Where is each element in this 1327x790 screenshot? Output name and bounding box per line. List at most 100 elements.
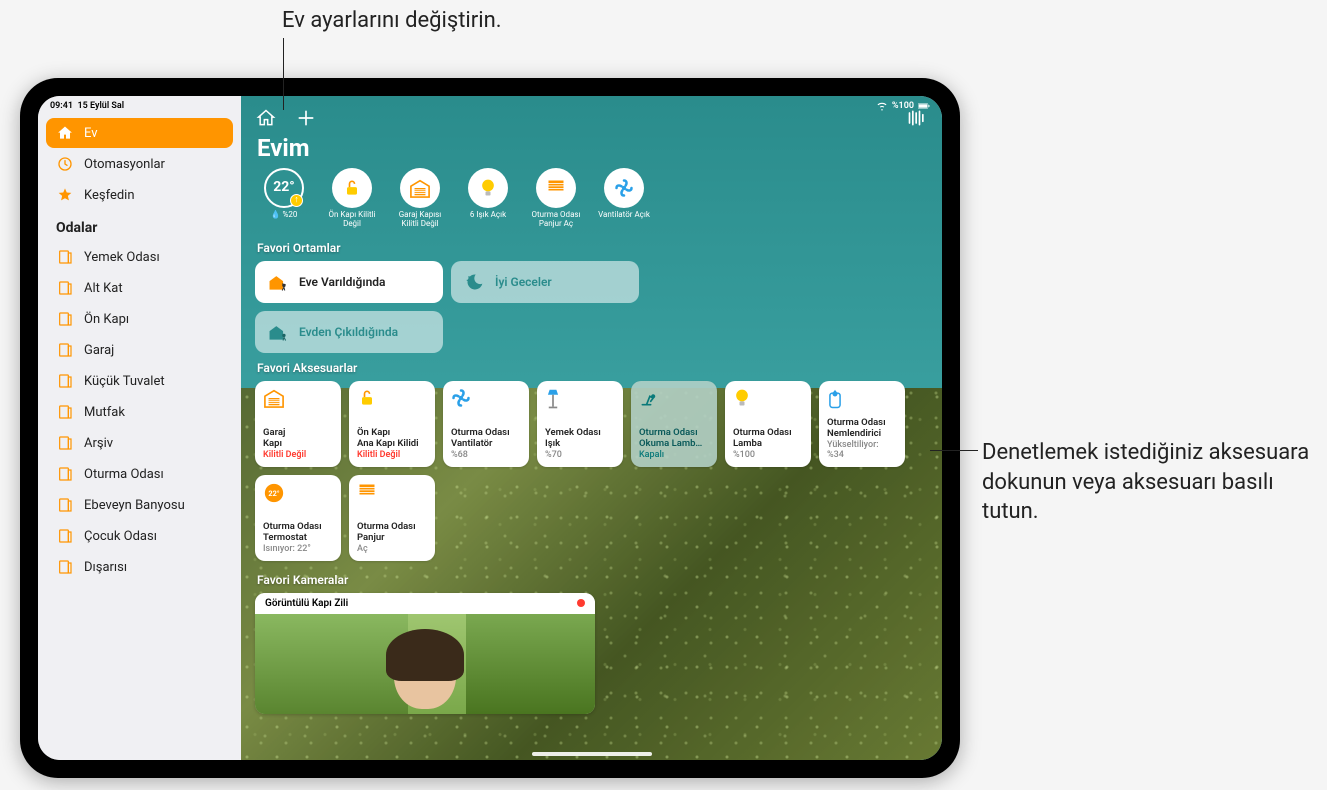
- sidebar-item-label: Oturma Odası: [84, 467, 164, 482]
- sidebar-room-item[interactable]: Yemek Odası: [46, 242, 233, 272]
- sidebar-item-label: Garaj: [84, 343, 114, 358]
- accessory-tile[interactable]: Yemek OdasıIşık %70: [537, 381, 623, 467]
- recording-dot-icon: [577, 599, 585, 607]
- room-icon: [56, 496, 74, 514]
- home-title: Evim: [257, 134, 928, 162]
- sidebar: Ev Otomasyonlar Keşfedin Odalar Yemek Odas…: [38, 96, 241, 760]
- garage-icon: [263, 388, 333, 410]
- accessory-status: Isınıyor: 22°: [263, 544, 333, 554]
- scene-tile[interactable]: Eve Varıldığında: [255, 261, 443, 303]
- lock-open-icon: [357, 388, 427, 410]
- bulb-icon: [468, 168, 508, 208]
- status-chip[interactable]: Ön Kapı Kilitli Değil: [323, 168, 381, 229]
- home-icon: [56, 124, 74, 142]
- scene-tile[interactable]: Evden Çıkıldığında: [255, 311, 443, 353]
- sidebar-room-item[interactable]: Arşiv: [46, 428, 233, 458]
- scene-tile[interactable]: İyi Geceler: [451, 261, 639, 303]
- status-right: %100: [876, 101, 930, 111]
- home-indicator: [532, 752, 652, 756]
- accessory-status: Kilitli Değil: [357, 450, 427, 460]
- accessory-tile[interactable]: Oturma OdasıLamba %100: [725, 381, 811, 467]
- status-chip[interactable]: 6 Işık Açık: [459, 168, 517, 229]
- room-icon: [56, 310, 74, 328]
- battery-icon: [918, 101, 930, 111]
- status-chip[interactable]: Oturma Odası Panjur Aç: [527, 168, 585, 229]
- clock-icon: [56, 155, 74, 173]
- status-bar: 09:41 15 Eylül Sal %100: [38, 96, 942, 114]
- accessory-status: Aç: [357, 544, 427, 554]
- status-time-date: 09:41 15 Eylül Sal: [50, 101, 124, 111]
- scenes-grid: Eve Varıldığında İyi Geceler Evden Çıkıldı…: [255, 261, 928, 353]
- room-icon: [56, 341, 74, 359]
- accessories-header: Favori Aksesuarlar: [257, 361, 926, 375]
- sidebar-room-item[interactable]: Alt Kat: [46, 273, 233, 303]
- garage-icon: [400, 168, 440, 208]
- room-icon: [56, 372, 74, 390]
- accessory-name: GarajKapı: [263, 428, 333, 450]
- accessory-name: Oturma OdasıVantilatör: [451, 428, 521, 450]
- accessory-name: Oturma OdasıLamba: [733, 428, 803, 450]
- room-icon: [56, 248, 74, 266]
- sidebar-item-label: Otomasyonlar: [84, 157, 165, 172]
- status-row: 22° ↑ 💧 %20 Ön Kapı Kilitli Değil Garaj K…: [255, 168, 928, 229]
- person-face: [394, 637, 456, 709]
- sidebar-item-keşfedin[interactable]: Keşfedin: [46, 180, 233, 210]
- accessory-tile[interactable]: 22° Oturma OdasıTermostat Isınıyor: 22°: [255, 475, 341, 561]
- room-icon: [56, 403, 74, 421]
- callout-line-top: [283, 38, 284, 110]
- callout-top: Ev ayarlarını değiştirin.: [282, 8, 502, 33]
- sidebar-room-item[interactable]: Oturma Odası: [46, 459, 233, 489]
- accessory-tile[interactable]: Oturma OdasıNemlendirici Yükseltiliyor: …: [819, 381, 905, 467]
- sidebar-item-label: Ön Kapı: [84, 312, 129, 327]
- sidebar-item-label: Mutfak: [84, 405, 125, 420]
- sidebar-room-item[interactable]: Çocuk Odası: [46, 521, 233, 551]
- room-icon: [56, 558, 74, 576]
- blinds-icon: [536, 168, 576, 208]
- sidebar-room-item[interactable]: Küçük Tuvalet: [46, 366, 233, 396]
- scene-label: Eve Varıldığında: [299, 275, 386, 289]
- accessory-name: Yemek OdasıIşık: [545, 428, 615, 450]
- sidebar-room-item[interactable]: Ön Kapı: [46, 304, 233, 334]
- sidebar-item-label: Ev: [84, 126, 98, 141]
- camera-preview: [255, 614, 595, 714]
- scene-label: İyi Geceler: [495, 275, 552, 289]
- accessory-tile[interactable]: Oturma OdasıPanjur Aç: [349, 475, 435, 561]
- status-chip-label: Vantilatör Açık: [598, 211, 650, 220]
- accessory-tile[interactable]: Oturma OdasıVantilatör %68: [443, 381, 529, 467]
- weather-circle: 22° ↑: [264, 168, 304, 208]
- sidebar-item-ev[interactable]: Ev: [46, 118, 233, 148]
- thermostat-icon: 22°: [263, 482, 333, 504]
- sidebar-item-label: Çocuk Odası: [84, 529, 157, 544]
- accessory-status: %68: [451, 450, 521, 460]
- sidebar-room-item[interactable]: Garaj: [46, 335, 233, 365]
- cameras-header: Favori Kameralar: [257, 573, 926, 587]
- sidebar-room-item[interactable]: Dışarısı: [46, 552, 233, 582]
- status-chip[interactable]: Vantilatör Açık: [595, 168, 653, 229]
- weather-chip[interactable]: 22° ↑ 💧 %20: [255, 168, 313, 229]
- camera-tile[interactable]: Görüntülü Kapı Zili: [255, 593, 595, 714]
- scenes-header: Favori Ortamlar: [257, 241, 926, 255]
- sidebar-item-otomasyonlar[interactable]: Otomasyonlar: [46, 149, 233, 179]
- sidebar-item-label: Alt Kat: [84, 281, 123, 296]
- status-chip-label: 6 Işık Açık: [470, 211, 506, 220]
- arrive-icon: [267, 271, 289, 293]
- wifi-icon: [876, 101, 888, 111]
- sidebar-item-label: Keşfedin: [84, 188, 135, 203]
- status-chip-label: Garaj Kapısı Kilitli Değil: [391, 211, 449, 229]
- sidebar-rooms-header: Odalar: [56, 220, 223, 236]
- sidebar-room-item[interactable]: Mutfak: [46, 397, 233, 427]
- sidebar-item-label: Arşiv: [84, 436, 113, 451]
- status-chip[interactable]: Garaj Kapısı Kilitli Değil: [391, 168, 449, 229]
- accessory-tile[interactable]: GarajKapı Kilitli Değil: [255, 381, 341, 467]
- room-icon: [56, 279, 74, 297]
- accessory-tile[interactable]: Oturma OdasıOkuma Lamb… Kapalı: [631, 381, 717, 467]
- callout-right: Denetlemek istediğiniz aksesuara dokunun…: [982, 438, 1312, 527]
- sidebar-room-item[interactable]: Ebeveyn Banyosu: [46, 490, 233, 520]
- sidebar-item-label: Yemek Odası: [84, 250, 160, 265]
- accessory-tile[interactable]: Ön KapıAna Kapı Kilidi Kilitli Değil: [349, 381, 435, 467]
- accessory-name: Oturma OdasıNemlendirici: [827, 418, 897, 440]
- main-content: Evim 22° ↑ 💧 %20 Ön Kapı Kilitli Değil Ga…: [241, 96, 942, 760]
- room-icon: [56, 434, 74, 452]
- accessory-status: %70: [545, 450, 615, 460]
- accessory-name: Ön KapıAna Kapı Kilidi: [357, 428, 427, 450]
